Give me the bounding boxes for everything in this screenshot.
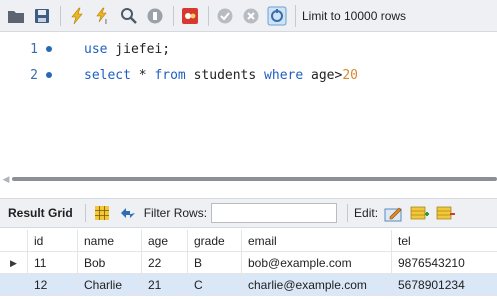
add-row-icon[interactable] xyxy=(410,203,430,223)
table-cell[interactable]: 9876543210 xyxy=(392,252,497,274)
code-token: * xyxy=(130,67,155,83)
code-keyword: from xyxy=(154,67,186,83)
column-header[interactable]: tel xyxy=(392,230,497,252)
toolbar-separator xyxy=(208,5,209,26)
table-cell[interactable]: B xyxy=(188,251,242,274)
commit-check-icon[interactable] xyxy=(213,4,237,28)
code-keyword: use xyxy=(84,41,108,57)
column-header[interactable]: grade xyxy=(188,229,242,252)
row-marker xyxy=(0,273,28,296)
save-icon[interactable] xyxy=(30,4,54,28)
grid-header-row: id name age grade email tel xyxy=(0,229,497,252)
row-marker-header xyxy=(0,229,28,252)
code-token: jiefei; xyxy=(107,41,171,57)
execute-current-statement-icon[interactable]: I xyxy=(91,4,115,28)
table-row[interactable]: 12 Charlie 21 C charlie@example.com 5678… xyxy=(0,273,497,296)
table-cell[interactable]: 12 xyxy=(28,273,78,296)
code-text: select * from students where age>20 xyxy=(60,68,358,83)
code-text: use jiefei; xyxy=(60,42,170,57)
column-header[interactable]: email xyxy=(242,229,392,252)
code-keyword: select xyxy=(84,67,131,83)
column-header[interactable]: id xyxy=(28,229,78,252)
execute-lightning-icon[interactable] xyxy=(65,4,89,28)
code-keyword: where xyxy=(264,67,304,83)
table-row[interactable]: ▶ 11 Bob 22 B bob@example.com 9876543210 xyxy=(0,251,497,274)
table-cell[interactable]: bob@example.com xyxy=(242,251,392,274)
editor-line: 2 select * from students where age>20 xyxy=(0,63,497,87)
current-row-pointer-icon: ▶ xyxy=(0,251,28,274)
table-cell[interactable]: Bob xyxy=(78,251,142,274)
explain-magnifier-icon[interactable] xyxy=(117,4,141,28)
toolbar-separator xyxy=(347,204,349,222)
editor-line: 1 use jiefei; xyxy=(0,37,497,61)
scroll-left-icon[interactable]: ◀ xyxy=(0,174,12,185)
stop-icon[interactable] xyxy=(143,4,167,28)
edit-pencil-icon[interactable] xyxy=(384,203,404,223)
result-grid-tab[interactable]: Result Grid xyxy=(8,206,73,220)
column-header[interactable]: age xyxy=(142,229,188,252)
limit-rows-selector[interactable]: Limit to 10000 rows xyxy=(295,4,407,27)
table-cell[interactable]: C xyxy=(188,273,242,296)
line-number: 2 xyxy=(30,67,38,83)
column-header[interactable]: name xyxy=(78,229,142,252)
table-cell[interactable]: 22 xyxy=(142,251,188,274)
line-gutter: 1 xyxy=(0,42,60,57)
toolbar-separator xyxy=(173,5,174,26)
edit-label: Edit: xyxy=(354,206,379,220)
rollback-cancel-icon[interactable] xyxy=(239,4,263,28)
code-token: age> xyxy=(303,67,343,83)
line-number: 1 xyxy=(30,41,38,57)
toolbar-separator xyxy=(84,204,86,222)
result-toolbar: Result Grid Filter Rows: Edit: xyxy=(0,198,497,228)
limit-rows-label: Limit to 10000 rows xyxy=(302,8,407,23)
code-token: students xyxy=(185,67,265,83)
filter-rows-label: Filter Rows: xyxy=(143,206,208,220)
toggle-autocommit-icon[interactable] xyxy=(265,4,289,28)
result-grid: id name age grade email tel ▶ 11 Bob 22 … xyxy=(0,229,497,296)
sql-editor-toolbar: I Limit to 10000 rows xyxy=(0,0,497,32)
statement-marker-icon xyxy=(46,46,52,52)
sql-editor[interactable]: 1 use jiefei; 2 select * from students w… xyxy=(0,33,497,163)
svg-text:I: I xyxy=(105,19,107,25)
table-cell[interactable]: 11 xyxy=(28,251,78,274)
toolbar-separator xyxy=(60,5,61,26)
statement-marker-icon xyxy=(46,72,52,78)
toggle-continue-on-error-icon[interactable] xyxy=(178,4,202,28)
table-cell[interactable]: Charlie xyxy=(78,273,142,296)
table-cell[interactable]: 21 xyxy=(142,273,188,296)
scrollbar-thumb[interactable] xyxy=(12,177,497,181)
refresh-arrows-icon[interactable] xyxy=(118,203,138,223)
delete-row-icon[interactable] xyxy=(436,203,456,223)
code-number: 20 xyxy=(342,67,358,83)
editor-horizontal-scrollbar[interactable]: ◀ xyxy=(0,172,497,186)
open-file-icon[interactable] xyxy=(4,4,28,28)
grid-view-icon[interactable] xyxy=(92,203,112,223)
table-cell[interactable]: 5678901234 xyxy=(392,274,497,296)
line-gutter: 2 xyxy=(0,68,60,83)
filter-rows-input[interactable] xyxy=(211,203,338,223)
table-cell[interactable]: charlie@example.com xyxy=(242,273,392,296)
